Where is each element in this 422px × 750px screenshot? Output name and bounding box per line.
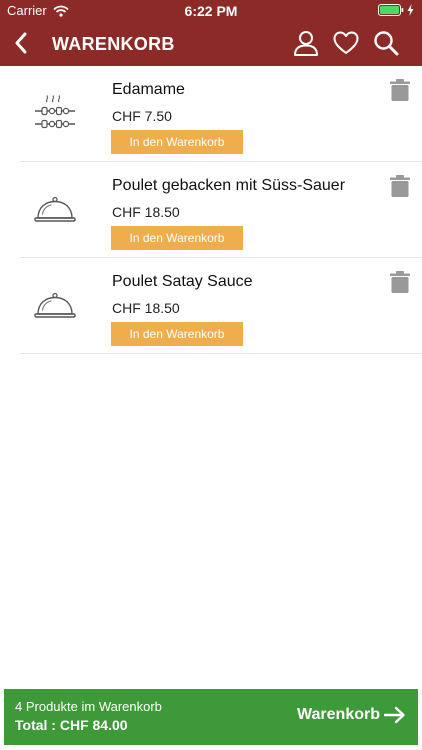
user-icon bbox=[294, 31, 318, 56]
header-actions bbox=[292, 29, 400, 57]
battery-indicator bbox=[378, 4, 414, 16]
food-cloche-icon bbox=[34, 196, 76, 222]
trash-icon bbox=[390, 79, 410, 101]
battery-icon bbox=[378, 4, 404, 16]
item-thumbnail bbox=[32, 283, 78, 329]
delete-item-button[interactable] bbox=[388, 78, 412, 102]
item-thumbnail bbox=[32, 91, 78, 137]
add-to-cart-button[interactable]: In den Warenkorb bbox=[111, 130, 243, 154]
trash-icon bbox=[390, 175, 410, 197]
search-icon bbox=[374, 31, 399, 56]
back-button[interactable] bbox=[8, 30, 34, 56]
item-name: Poulet gebacken mit Süss-Sauer bbox=[112, 177, 346, 194]
cart-total: Total : CHF 84.00 bbox=[15, 717, 128, 733]
top-bar: Carrier 6:22 PM WARENKORB bbox=[0, 0, 422, 66]
checkout-button[interactable]: Warenkorb bbox=[297, 706, 406, 724]
item-name: Poulet Satay Sauce bbox=[112, 273, 253, 290]
cart-item: Poulet gebacken mit Süss-Sauer CHF 18.50… bbox=[20, 162, 422, 258]
cart-summary-bar: 4 Produkte im Warenkorb Total : CHF 84.0… bbox=[4, 689, 418, 745]
chevron-left-icon bbox=[15, 32, 27, 54]
cart-item: Edamame CHF 7.50 In den Warenkorb bbox=[20, 66, 422, 162]
add-to-cart-button[interactable]: In den Warenkorb bbox=[111, 226, 243, 250]
skewer-icon bbox=[35, 95, 75, 129]
item-price: CHF 18.50 bbox=[112, 204, 180, 220]
item-name: Edamame bbox=[112, 81, 185, 98]
page-title: WARENKORB bbox=[52, 34, 175, 54]
profile-button[interactable] bbox=[292, 29, 320, 57]
status-time: 6:22 PM bbox=[184, 3, 238, 19]
status-bar: Carrier 6:22 PM bbox=[0, 0, 422, 22]
item-price: CHF 7.50 bbox=[112, 108, 172, 124]
cart-list: Edamame CHF 7.50 In den Warenkorb Poulet… bbox=[20, 66, 422, 354]
checkout-label: Warenkorb bbox=[297, 706, 380, 723]
delete-item-button[interactable] bbox=[388, 174, 412, 198]
add-to-cart-button[interactable]: In den Warenkorb bbox=[111, 322, 243, 346]
heart-icon bbox=[333, 31, 359, 54]
delete-item-button[interactable] bbox=[388, 270, 412, 294]
cart-item: Poulet Satay Sauce CHF 18.50 In den Ware… bbox=[20, 258, 422, 354]
cart-count: 4 Produkte im Warenkorb bbox=[15, 699, 162, 714]
navigation-bar: WARENKORB bbox=[0, 22, 422, 66]
food-cloche-icon bbox=[34, 292, 76, 318]
favorites-button[interactable] bbox=[332, 29, 360, 57]
arrow-right-icon bbox=[384, 706, 405, 724]
charging-icon bbox=[407, 4, 414, 16]
search-button[interactable] bbox=[372, 29, 400, 57]
item-price: CHF 18.50 bbox=[112, 300, 180, 316]
item-thumbnail bbox=[32, 187, 78, 233]
trash-icon bbox=[390, 271, 410, 293]
